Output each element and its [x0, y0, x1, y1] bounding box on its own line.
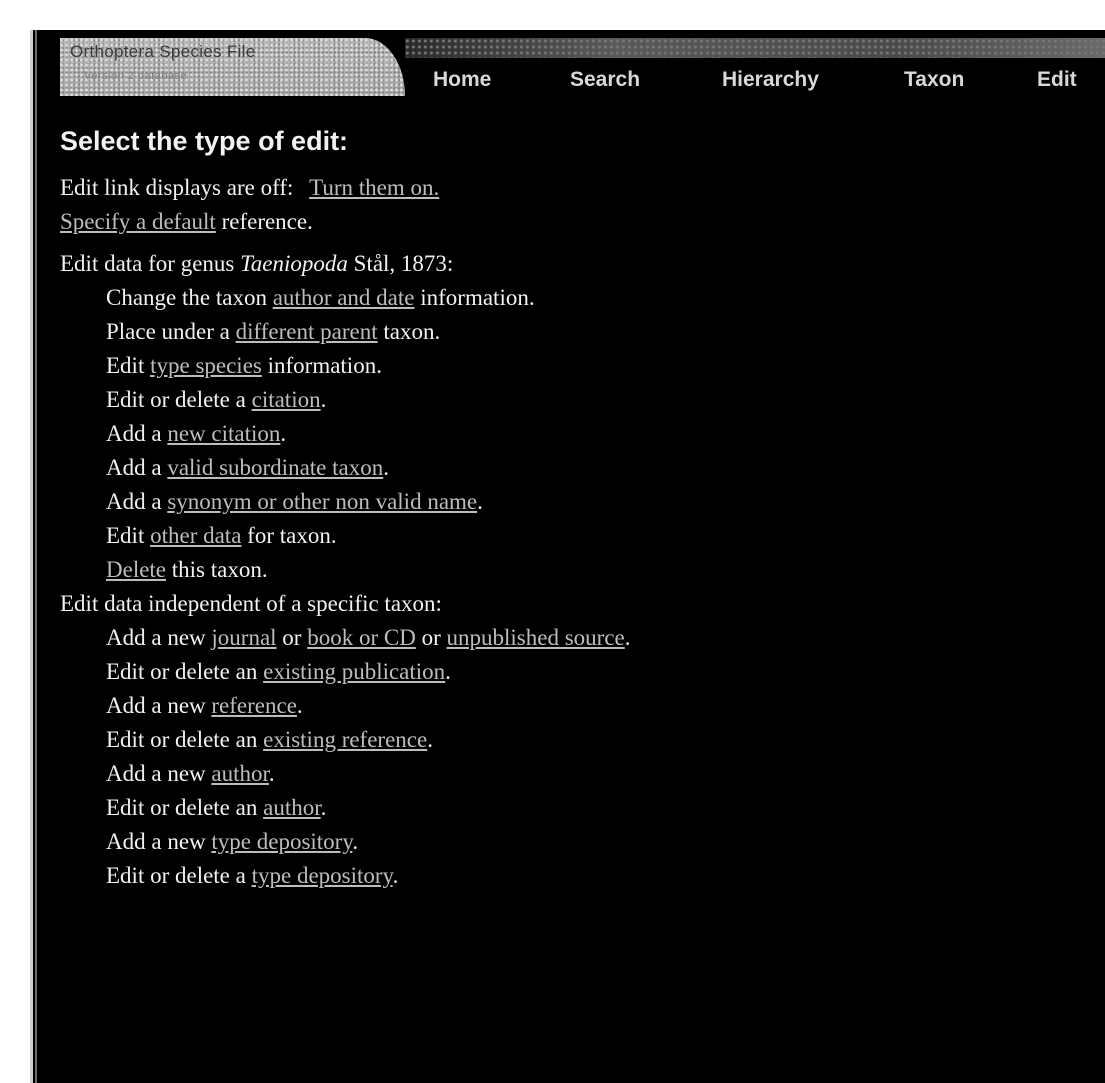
action-link[interactable]: existing reference: [263, 727, 427, 752]
action-link[interactable]: author and date: [273, 285, 415, 310]
action-link[interactable]: new citation: [167, 421, 280, 446]
action-item: Add a synonym or other non valid name.: [60, 485, 1090, 519]
action-link[interactable]: citation: [252, 387, 321, 412]
action-link[interactable]: author: [263, 795, 321, 820]
publication-pre: Add a new: [106, 625, 212, 650]
action-text: Edit or delete an: [106, 727, 264, 752]
default-reference-line: Specify a default reference.: [60, 205, 1090, 239]
action-link[interactable]: different parent: [236, 319, 378, 344]
publication-or-1: or: [276, 625, 308, 650]
edit-link-status-text: Edit link displays are off:: [60, 175, 294, 200]
specify-default-reference-link[interactable]: Specify a default: [60, 209, 216, 234]
nav-taxon[interactable]: Taxon: [904, 68, 964, 92]
action-link[interactable]: valid subordinate taxon: [167, 455, 383, 480]
action-item: Edit other data for taxon.: [60, 519, 1090, 553]
site-header: Orthoptera Species File Version 2 databa…: [60, 38, 1105, 96]
action-link[interactable]: existing publication: [263, 659, 445, 684]
action-link[interactable]: type depository: [252, 863, 393, 888]
action-link[interactable]: other data: [150, 523, 241, 548]
action-text-tail: taxon.: [377, 319, 441, 344]
action-text-tail: .: [268, 761, 275, 786]
action-item: Change the taxon author and date informa…: [60, 281, 1090, 315]
action-item: Add a new reference.: [60, 689, 1090, 723]
action-text: Add a new: [106, 761, 212, 786]
action-text-tail: information.: [414, 285, 535, 310]
action-text-tail: .: [320, 795, 327, 820]
action-text: Edit: [106, 523, 151, 548]
publication-line: Add a new journal or book or CD or unpub…: [60, 621, 1090, 655]
action-item: Edit or delete an existing reference.: [60, 723, 1090, 757]
action-item: Add a new citation.: [60, 417, 1090, 451]
frame-border: [30, 30, 33, 1083]
action-link[interactable]: reference: [211, 693, 297, 718]
logo-title: Orthoptera Species File: [70, 42, 256, 61]
action-text-tail: this taxon.: [166, 557, 268, 582]
action-text: Edit or delete a: [106, 387, 252, 412]
nav-edit[interactable]: Edit: [1037, 68, 1077, 92]
default-reference-tail: reference.: [215, 209, 313, 234]
genus-prefix: Edit data for genus: [60, 251, 241, 276]
action-text-tail: .: [320, 387, 327, 412]
action-text: Add a: [106, 421, 168, 446]
action-text: Add a new: [106, 829, 212, 854]
action-text: Change the taxon: [106, 285, 273, 310]
independent-heading: Edit data independent of a specific taxo…: [60, 591, 442, 616]
action-text: Add a: [106, 489, 168, 514]
action-text: Edit or delete a: [106, 863, 252, 888]
action-item: Place under a different parent taxon.: [60, 315, 1090, 349]
publication-post: .: [624, 625, 631, 650]
banner-strip: [405, 38, 1105, 58]
nav-home[interactable]: Home: [433, 68, 491, 92]
action-text-tail: .: [280, 421, 287, 446]
action-item: Delete this taxon.: [60, 553, 1090, 587]
action-link[interactable]: synonym or other non valid name: [167, 489, 477, 514]
action-item: Edit or delete an author.: [60, 791, 1090, 825]
action-item: Add a new author.: [60, 757, 1090, 791]
page-title: Select the type of edit:: [60, 126, 349, 156]
action-text: Add a: [106, 455, 168, 480]
action-text: Add a new: [106, 693, 212, 718]
action-text-tail: .: [427, 727, 433, 752]
action-text-tail: for taxon.: [241, 523, 337, 548]
action-item: Edit or delete a citation.: [60, 383, 1090, 417]
main-content: Select the type of edit: Edit link displ…: [60, 125, 1090, 893]
journal-link[interactable]: journal: [211, 625, 276, 650]
action-text-tail: .: [392, 863, 399, 888]
action-item: Add a new type depository.: [60, 825, 1090, 859]
edit-link-status-line: Edit link displays are off: Turn them on…: [60, 171, 1090, 205]
action-text: Edit: [106, 353, 151, 378]
action-text-tail: .: [383, 455, 389, 480]
action-text: Edit or delete an: [106, 795, 264, 820]
action-item: Edit or delete an existing publication.: [60, 655, 1090, 689]
turn-on-edit-links-link[interactable]: Turn them on.: [309, 175, 439, 200]
action-item: Add a valid subordinate taxon.: [60, 451, 1090, 485]
unpublished-source-link[interactable]: unpublished source: [447, 625, 625, 650]
action-item: Edit type species information.: [60, 349, 1090, 383]
nav-hierarchy[interactable]: Hierarchy: [722, 68, 819, 92]
publication-or-2: or: [415, 625, 447, 650]
action-text-tail: .: [445, 659, 451, 684]
action-text: Edit or delete an: [106, 659, 264, 684]
action-text: Place under a: [106, 319, 236, 344]
action-text-tail: information.: [261, 353, 382, 378]
action-text-tail: .: [296, 693, 303, 718]
main-nav: Home Search Hierarchy Taxon Edit: [60, 68, 1105, 98]
action-item: Edit or delete a type depository.: [60, 859, 1090, 893]
genus-heading: Edit data for genus Taeniopoda Stål, 187…: [60, 247, 1090, 281]
nav-search[interactable]: Search: [570, 68, 640, 92]
action-link[interactable]: type depository: [211, 829, 352, 854]
frame-border-inner: [35, 30, 37, 1083]
action-link[interactable]: type species: [150, 353, 262, 378]
action-text-tail: .: [477, 489, 483, 514]
genus-author: Stål, 1873:: [347, 251, 454, 276]
taxon-action-list: Change the taxon author and date informa…: [60, 281, 1090, 587]
book-or-cd-link[interactable]: book or CD: [307, 625, 416, 650]
action-link[interactable]: Delete: [106, 557, 166, 582]
action-text-tail: .: [352, 829, 359, 854]
genus-name: Taeniopoda: [240, 251, 348, 276]
page-frame: Orthoptera Species File Version 2 databa…: [30, 30, 1105, 1083]
independent-action-list: Edit or delete an existing publication. A…: [60, 655, 1090, 893]
action-link[interactable]: author: [211, 761, 269, 786]
